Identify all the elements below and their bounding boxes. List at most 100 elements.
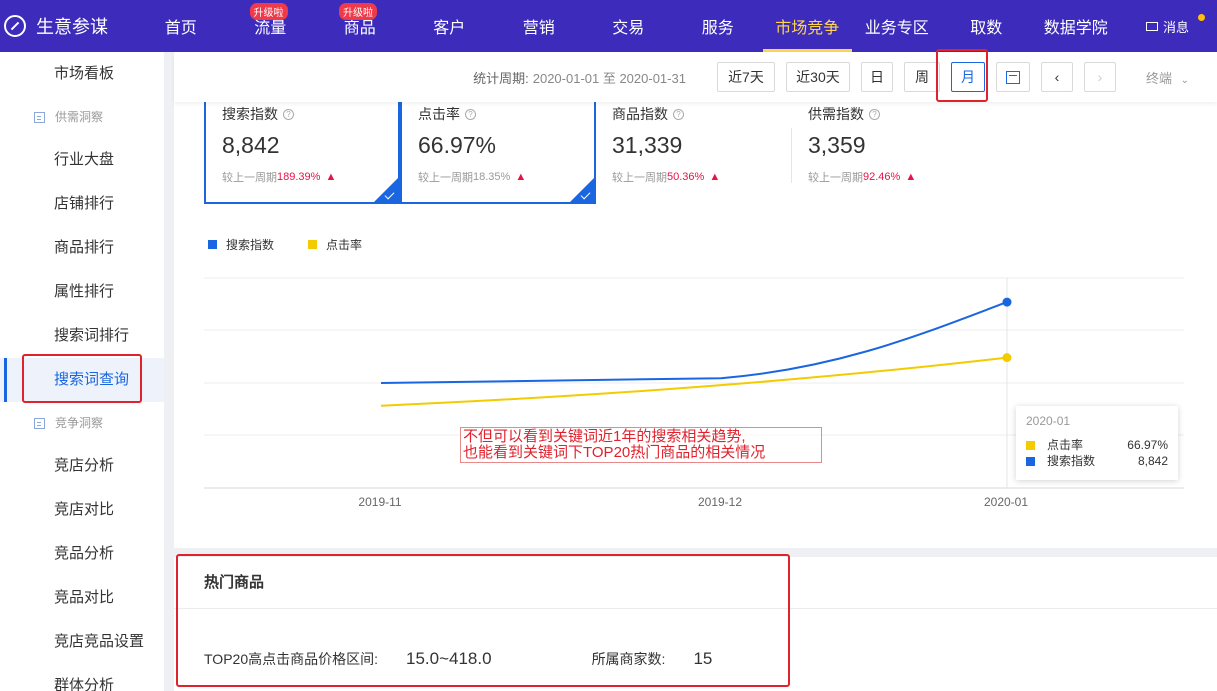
help-icon[interactable]: ?	[673, 108, 684, 120]
nav-item-label: 服务	[701, 20, 734, 37]
message-button[interactable]: 消息	[1145, 0, 1189, 52]
mail-icon	[1145, 21, 1158, 31]
sidebar-item[interactable]: 搜索词排行	[0, 314, 164, 358]
highlight-hot-products	[176, 554, 790, 687]
terminal-select[interactable]: 终端 ⌄	[1146, 68, 1189, 87]
compare-pct: 92.46%	[863, 171, 901, 183]
nav-item[interactable]: 首页	[136, 0, 226, 52]
sidebar-item[interactable]: 商品排行	[0, 226, 164, 270]
sidebar-item[interactable]: 属性排行	[0, 270, 164, 314]
chevron-right-icon: ›	[1097, 69, 1103, 85]
tooltip-name: 搜索指数	[1047, 454, 1096, 468]
sidebar-group: 供需洞察	[0, 96, 164, 138]
period-button[interactable]: 近7天	[716, 62, 775, 92]
message-label: 消息	[1162, 19, 1189, 35]
period-button[interactable]: 近30天	[785, 62, 850, 92]
metric-card[interactable]: 搜索指数? 8,842 较上一周期 189.39% ▲	[204, 100, 400, 204]
metric-card[interactable]: 供需指数? 3,359 较上一周期 92.46% ▲	[792, 100, 988, 204]
building-icon	[34, 111, 45, 123]
metric-name: 商品指数?	[612, 104, 776, 124]
legend-swatch	[208, 240, 217, 249]
check-icon	[384, 189, 395, 200]
highlight-month-button	[936, 49, 988, 102]
nav-item-label: 业务专区	[864, 20, 929, 37]
annotation-note: 不但可以看到关键词近1年的搜索相关趋势, 也能看到关键词下TOP20热门商品的相…	[460, 427, 822, 463]
nav-item-label: 首页	[164, 20, 197, 37]
metric-name: 供需指数?	[808, 104, 972, 124]
nav-item[interactable]: 交易	[584, 0, 674, 52]
notification-dot	[1198, 14, 1205, 21]
tooltip-name: 点击率	[1047, 438, 1084, 452]
metric-divider	[791, 128, 792, 183]
metric-compare: 较上一周期 92.46% ▲	[808, 169, 972, 185]
compare-label: 较上一周期	[418, 172, 473, 184]
metric-label: 供需指数	[808, 106, 864, 122]
trend-chart[interactable]: 2019-11 2019-12 2020-01	[174, 260, 1217, 520]
metric-card[interactable]: 点击率? 66.97% 较上一周期 18.35% ▲	[400, 100, 596, 204]
nav-item[interactable]: 取数	[942, 0, 1032, 52]
nav-item[interactable]: 营销	[494, 0, 584, 52]
sidebar-item[interactable]: 店铺排行	[0, 182, 164, 226]
series-point[interactable]	[1002, 353, 1012, 363]
nav-item-label: 交易	[612, 20, 645, 37]
compass-icon	[4, 15, 26, 37]
prev-period-button[interactable]: ‹	[1040, 62, 1073, 92]
metric-card[interactable]: 商品指数? 31,339 较上一周期 50.36% ▲	[596, 100, 792, 204]
legend-item-search-index[interactable]: 搜索指数	[208, 236, 274, 253]
compare-pct: 50.36%	[667, 171, 705, 183]
x-tick-label: 2019-11	[358, 495, 401, 509]
brand[interactable]: 生意参谋	[0, 13, 136, 39]
nav-item-label: 市场竞争	[775, 20, 840, 37]
filter-bar: 统计周期: 2020-01-01 至 2020-01-31 近7天 近30天日周月…	[174, 52, 1217, 102]
tooltip-value: 66.97%	[1127, 438, 1168, 452]
sidebar-item[interactable]: 竞品对比	[0, 576, 164, 620]
sidebar-item[interactable]: 竞品分析	[0, 532, 164, 576]
sidebar-item[interactable]: 群体分析	[0, 664, 164, 691]
help-icon[interactable]: ?	[869, 108, 880, 120]
arrow-up-icon: ▲	[905, 171, 917, 183]
top-nav-bar: 生意参谋 首页 流量 升级啦 商品 升级啦 客户 营销 交易 服务 市场竞争 业务专区 取数 数据学院 …	[0, 0, 1217, 52]
nav-item-label: 营销	[522, 20, 555, 37]
compare-pct: 18.35%	[473, 171, 511, 183]
sidebar-item[interactable]: 行业大盘	[0, 138, 164, 182]
metric-value: 31,339	[612, 132, 683, 158]
terminal-label: 终端	[1145, 70, 1172, 86]
tooltip-swatch	[1026, 456, 1035, 466]
legend-label: 搜索指数	[226, 238, 275, 252]
nav-item-label: 取数	[970, 20, 1003, 37]
period-button[interactable]: 日	[860, 62, 893, 92]
metric-label: 商品指数	[612, 106, 668, 122]
nav-item[interactable]: 数据学院	[1031, 0, 1121, 52]
metric-label: 点击率	[418, 106, 460, 122]
period-label: 统计周期:	[473, 70, 529, 86]
nav-item[interactable]: 服务	[673, 0, 763, 52]
upgrade-badge: 升级啦	[249, 3, 288, 20]
tooltip-row: 点击率 66.97%	[1026, 437, 1168, 453]
series-point[interactable]	[1002, 297, 1012, 307]
sidebar-item[interactable]: 竞店分析	[0, 444, 164, 488]
series-line[interactable]	[380, 301, 1008, 384]
arrow-up-icon: ▲	[515, 171, 527, 183]
nav-item[interactable]: 流量 升级啦	[226, 0, 316, 52]
legend-item-ctr[interactable]: 点击率	[308, 236, 362, 253]
calendar-button[interactable]	[995, 62, 1030, 92]
help-icon[interactable]: ?	[283, 108, 294, 120]
sidebar-item[interactable]: 竞店竞品设置	[0, 620, 164, 664]
period-button[interactable]: 周	[903, 62, 940, 92]
help-icon[interactable]: ?	[465, 108, 476, 120]
sidebar-item[interactable]: 竞店对比	[0, 488, 164, 532]
nav-item[interactable]: 市场竞争	[762, 0, 853, 52]
sidebar-item[interactable]: 市场看板	[0, 52, 164, 96]
tooltip-swatch	[1026, 440, 1035, 450]
nav-item-label: 数据学院	[1043, 20, 1108, 37]
tooltip-row: 搜索指数 8,842	[1026, 453, 1168, 469]
calendar-icon	[1005, 70, 1020, 84]
arrow-up-icon: ▲	[709, 171, 721, 183]
next-period-button[interactable]: ›	[1083, 62, 1116, 92]
tooltip-value: 8,842	[1137, 454, 1168, 468]
nav-item[interactable]: 客户	[405, 0, 495, 52]
nav-item[interactable]: 商品 升级啦	[315, 0, 405, 52]
legend-swatch	[308, 240, 317, 249]
compare-label: 较上一周期	[808, 172, 863, 184]
nav-item[interactable]: 业务专区	[852, 0, 942, 52]
